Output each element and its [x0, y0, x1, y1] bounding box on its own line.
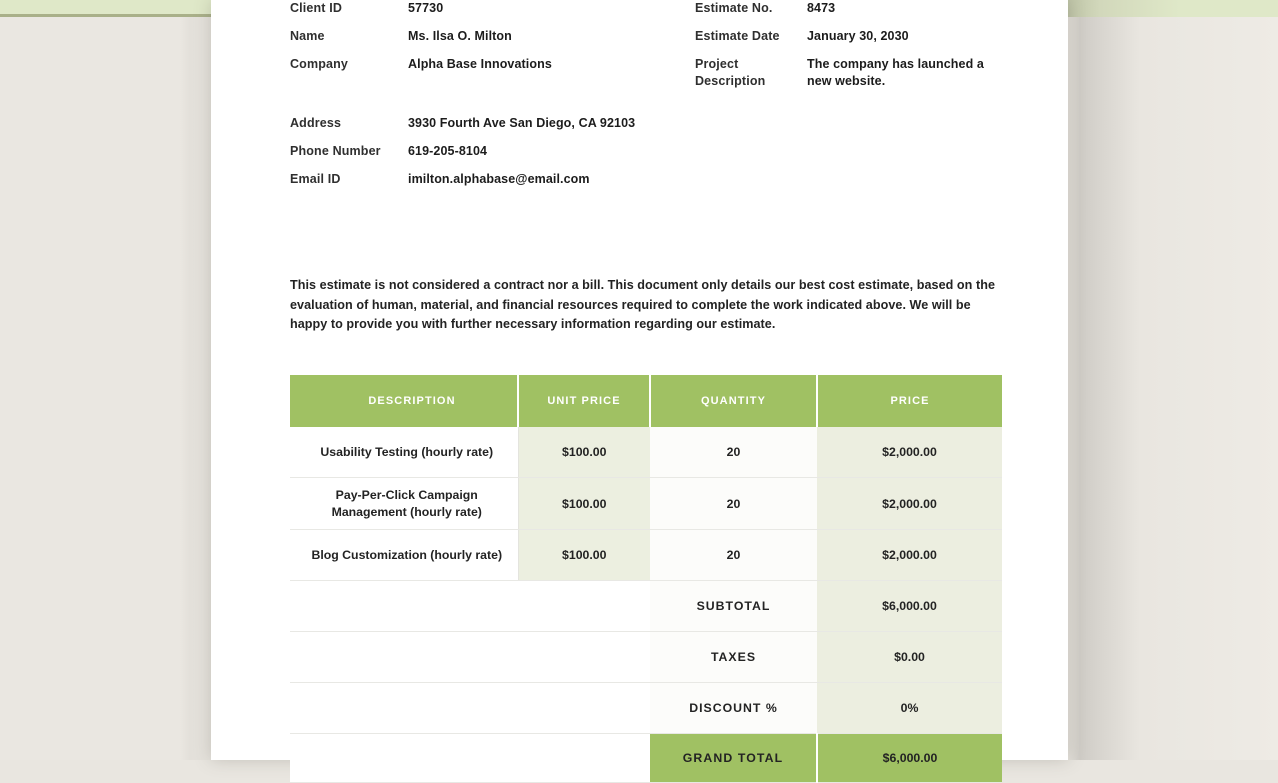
cell-price: $2,000.00 — [817, 529, 1002, 581]
table-header-row: DESCRIPTION UNIT PRICE QUANTITY PRICE — [290, 375, 1002, 427]
totals-row-subtotal: SUBTOTAL $6,000.00 — [290, 580, 1002, 632]
table-row: Blog Customization (hourly rate) $100.00… — [290, 529, 1002, 581]
field-value: 3930 Fourth Ave San Diego, CA 92103 — [408, 116, 636, 130]
cell-unit-price: $100.00 — [518, 427, 650, 478]
spacer-cell — [518, 580, 650, 632]
estimate-table: DESCRIPTION UNIT PRICE QUANTITY PRICE Us… — [290, 375, 1002, 783]
field-value: The company has launched a new website. — [807, 57, 984, 88]
document-sheet: Client ID 57730 Name Ms. Ilsa O. Milton … — [211, 0, 1068, 783]
header-quantity: QUANTITY — [650, 375, 818, 427]
table-row: Pay-Per-Click Campaign Management (hourl… — [290, 477, 1002, 530]
field-client-id: Client ID 57730 — [290, 0, 650, 17]
field-value: Ms. Ilsa O. Milton — [408, 29, 512, 43]
field-phone-number: Phone Number 619-205-8104 — [290, 143, 650, 160]
spacer-cell — [290, 631, 518, 683]
spacer-cell — [518, 631, 650, 683]
field-label: Address — [290, 116, 342, 130]
value-subtotal: $6,000.00 — [817, 580, 1002, 632]
field-label: Estimate Date — [695, 29, 780, 43]
header-price: PRICE — [817, 375, 1002, 427]
disclaimer-text: This estimate is not considered a contra… — [290, 278, 995, 331]
field-estimate-no: Estimate No. 8473 — [695, 0, 1000, 17]
top-strip-right-shade — [1060, 0, 1278, 17]
value-taxes: $0.00 — [817, 631, 1002, 683]
label-subtotal: SUBTOTAL — [650, 580, 817, 632]
cell-quantity: 20 — [650, 427, 817, 478]
field-name: Name Ms. Ilsa O. Milton — [290, 28, 650, 45]
estimate-table-container: DESCRIPTION UNIT PRICE QUANTITY PRICE Us… — [290, 375, 1002, 783]
totals-row-discount: DISCOUNT % 0% — [290, 682, 1002, 734]
header-description: DESCRIPTION — [290, 375, 519, 427]
field-value: imilton.alphabase@email.com — [408, 172, 590, 186]
field-label: Email ID — [290, 172, 341, 186]
field-company: Company Alpha Base Innovations — [290, 56, 650, 73]
estimate-header-info: Client ID 57730 Name Ms. Ilsa O. Milton … — [290, 0, 1000, 258]
field-value: 8473 — [807, 1, 836, 15]
field-value: Alpha Base Innovations — [408, 57, 552, 71]
totals-row-grand-total: GRAND TOTAL $6,000.00 — [290, 733, 1002, 783]
cell-description: Blog Customization (hourly rate) — [290, 529, 519, 581]
field-estimate-date: Estimate Date January 30, 2030 — [695, 28, 1000, 45]
spacer-cell — [290, 580, 518, 632]
document-content: Client ID 57730 Name Ms. Ilsa O. Milton … — [290, 0, 1002, 783]
label-taxes: TAXES — [650, 631, 817, 683]
table-row: Usability Testing (hourly rate) $100.00 … — [290, 427, 1002, 478]
field-address: Address 3930 Fourth Ave San Diego, CA 92… — [290, 115, 650, 132]
field-value: 619-205-8104 — [408, 144, 488, 158]
spacer-cell — [518, 733, 650, 783]
value-grand-total: $6,000.00 — [817, 733, 1002, 783]
field-email-id: Email ID imilton.alphabase@email.com — [290, 171, 650, 188]
label-discount: DISCOUNT % — [650, 682, 817, 734]
cell-unit-price: $100.00 — [518, 529, 650, 581]
field-project-description: Project Description The company has laun… — [695, 56, 1000, 90]
field-value: 57730 — [408, 1, 444, 15]
header-unit-price: UNIT PRICE — [518, 375, 651, 427]
field-value: January 30, 2030 — [807, 29, 909, 43]
value-discount: 0% — [817, 682, 1002, 734]
field-label: Client ID — [290, 1, 343, 15]
client-info-column: Client ID 57730 Name Ms. Ilsa O. Milton … — [290, 0, 650, 199]
totals-row-taxes: TAXES $0.00 — [290, 631, 1002, 683]
cell-description: Usability Testing (hourly rate) — [290, 427, 519, 478]
spacer-cell — [518, 682, 650, 734]
field-label: Project Description — [695, 57, 766, 88]
estimate-info-column: Estimate No. 8473 Estimate Date January … — [695, 0, 1000, 101]
cell-description: Pay-Per-Click Campaign Management (hourl… — [290, 477, 519, 530]
cell-price: $2,000.00 — [817, 477, 1002, 530]
cell-quantity: 20 — [650, 529, 817, 581]
field-label: Name — [290, 29, 325, 43]
label-grand-total: GRAND TOTAL — [650, 733, 818, 783]
cell-quantity: 20 — [650, 477, 817, 530]
spacer-cell — [290, 733, 518, 783]
field-label: Estimate No. — [695, 1, 773, 15]
field-label: Company — [290, 57, 349, 71]
cell-unit-price: $100.00 — [518, 477, 650, 530]
spacer-cell — [290, 682, 518, 734]
field-label: Phone Number — [290, 144, 381, 158]
cell-price: $2,000.00 — [817, 427, 1002, 478]
